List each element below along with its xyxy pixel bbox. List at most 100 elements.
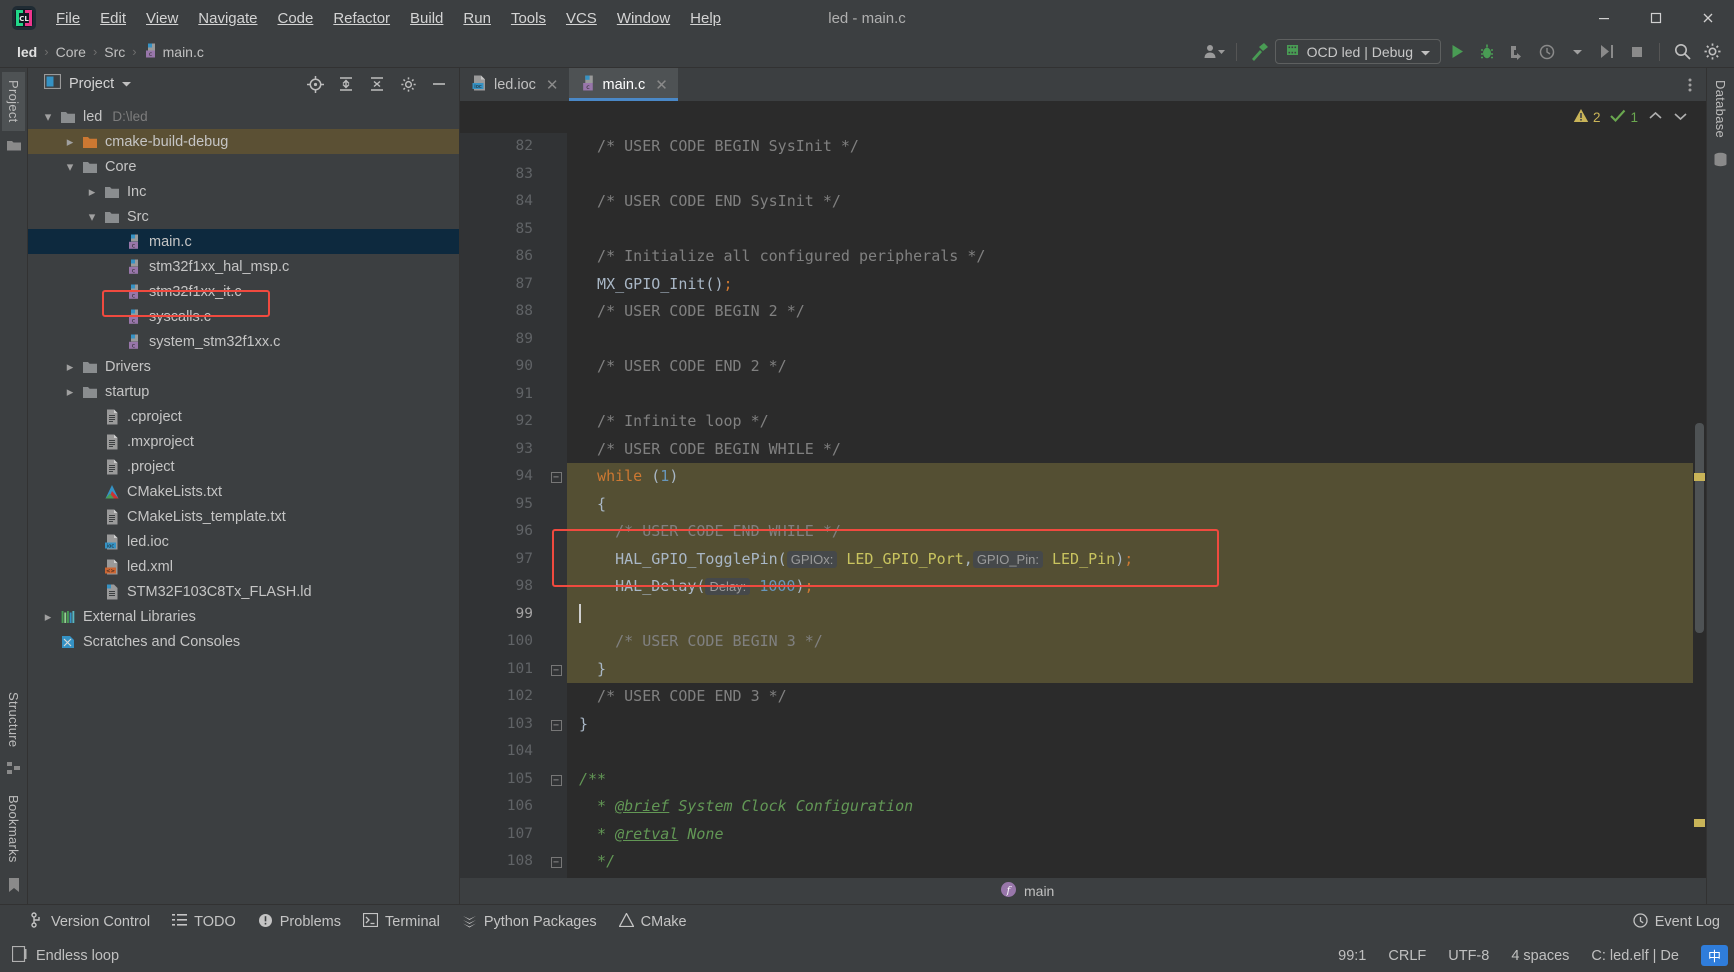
chevron-down-icon[interactable]: ▾: [60, 159, 80, 175]
tree-item[interactable]: ▸ startup: [28, 379, 459, 404]
code-line[interactable]: /* USER CODE BEGIN SysInit */: [567, 133, 1706, 161]
structure-icon[interactable]: [6, 761, 21, 781]
file-encoding[interactable]: UTF-8: [1448, 948, 1489, 964]
menu-refactor[interactable]: Refactor: [323, 7, 400, 30]
code-folding-column[interactable]: −−−−−⇆−: [545, 133, 567, 878]
tree-item[interactable]: ▸ Inc: [28, 179, 459, 204]
build-target[interactable]: C: led.elf | De: [1591, 948, 1679, 964]
chevron-right-icon[interactable]: ▸: [60, 134, 80, 150]
code-line[interactable]: }: [567, 655, 1706, 683]
code-line[interactable]: /* Initialize all configured peripherals…: [567, 243, 1706, 271]
tool-window-problems[interactable]: Problems: [258, 913, 341, 932]
code-line[interactable]: [567, 326, 1706, 354]
panel-chevron-down-icon[interactable]: [121, 75, 132, 93]
event-log-button[interactable]: Event Log: [1633, 912, 1734, 932]
code-line[interactable]: */: [567, 848, 1706, 876]
fold-marker[interactable]: −: [545, 711, 567, 739]
chevron-right-icon[interactable]: ▸: [60, 359, 80, 375]
menu-view[interactable]: View: [136, 7, 188, 30]
scrollbar-thumb[interactable]: [1695, 423, 1704, 633]
tree-item[interactable]: c system_stm32f1xx.c: [28, 329, 459, 354]
breadcrumb-item-mainc[interactable]: c main.c: [139, 42, 209, 62]
code-line[interactable]: {: [567, 490, 1706, 518]
code-line[interactable]: * @brief System Clock Configuration: [567, 793, 1706, 821]
code-line[interactable]: HAL_Delay(Delay: 1000);: [567, 573, 1706, 601]
menu-vcs[interactable]: VCS: [556, 7, 607, 30]
tree-item[interactable]: ioc led.ioc: [28, 529, 459, 554]
select-opened-file-icon[interactable]: [301, 71, 329, 97]
code-line[interactable]: [567, 381, 1706, 409]
chevron-right-icon[interactable]: ▸: [60, 384, 80, 400]
tree-item[interactable]: ▾ led D:\led: [28, 104, 459, 129]
menu-window[interactable]: Window: [607, 7, 680, 30]
line-separator[interactable]: CRLF: [1388, 948, 1426, 964]
ime-indicator[interactable]: 中: [1700, 945, 1728, 966]
profile-dropdown-icon[interactable]: [1563, 39, 1591, 65]
build-hammer-icon[interactable]: [1245, 39, 1273, 65]
fold-marker[interactable]: −: [545, 463, 567, 491]
tree-item[interactable]: c syscalls.c: [28, 304, 459, 329]
tool-window-cmake[interactable]: CMake: [618, 912, 687, 931]
fold-marker[interactable]: −: [545, 766, 567, 794]
code-line[interactable]: [567, 600, 1706, 628]
code-line[interactable]: /* Infinite loop */: [567, 408, 1706, 436]
debug-button[interactable]: [1473, 39, 1501, 65]
run-button[interactable]: [1443, 39, 1471, 65]
project-settings-gear-icon[interactable]: [394, 71, 422, 97]
tree-item[interactable]: Scratches and Consoles: [28, 629, 459, 654]
tree-item[interactable]: ▸ cmake-build-debug: [28, 129, 459, 154]
code-line[interactable]: }: [567, 711, 1706, 739]
code-line[interactable]: [567, 216, 1706, 244]
code-line[interactable]: HAL_GPIO_TogglePin(GPIOx: LED_GPIO_Port,…: [567, 545, 1706, 573]
tree-item[interactable]: ▸ Drivers: [28, 354, 459, 379]
tab-close-icon[interactable]: ✕: [655, 76, 668, 94]
minimize-button[interactable]: [1578, 0, 1630, 36]
check-count[interactable]: 1: [1610, 109, 1638, 126]
tree-item[interactable]: ▸ External Libraries: [28, 604, 459, 629]
code-line[interactable]: /* USER CODE BEGIN 2 */: [567, 298, 1706, 326]
sidebar-tab-database[interactable]: Database: [1709, 72, 1732, 146]
menu-edit[interactable]: Edit: [90, 7, 136, 30]
user-account-icon[interactable]: [1200, 39, 1228, 65]
menu-build[interactable]: Build: [400, 7, 453, 30]
chevron-down-icon[interactable]: ▾: [82, 209, 102, 225]
code-line[interactable]: [567, 161, 1706, 189]
sidebar-tab-structure[interactable]: Structure: [2, 684, 25, 755]
tree-item[interactable]: <> led.xml: [28, 554, 459, 579]
maximize-button[interactable]: [1630, 0, 1682, 36]
tree-item[interactable]: CMakeLists.txt: [28, 479, 459, 504]
tool-window-terminal[interactable]: Terminal: [362, 912, 440, 931]
tree-item[interactable]: ▾ Src: [28, 204, 459, 229]
code-line[interactable]: * @retval None: [567, 821, 1706, 849]
stop-button[interactable]: [1623, 39, 1651, 65]
profile-icon[interactable]: [1533, 39, 1561, 65]
prev-highlight-icon[interactable]: [1648, 110, 1663, 125]
warning-count[interactable]: 2: [1573, 108, 1600, 126]
editor-scrollbar[interactable]: [1693, 133, 1706, 878]
menu-file[interactable]: File: [46, 7, 90, 30]
code-content[interactable]: /* USER CODE BEGIN SysInit */ /* USER CO…: [567, 133, 1706, 878]
menu-code[interactable]: Code: [267, 7, 323, 30]
caret-position[interactable]: 99:1: [1338, 948, 1366, 964]
tool-window-python-packages[interactable]: Python Packages: [462, 913, 597, 932]
tool-window-todo[interactable]: TODO: [172, 913, 236, 931]
editor-tab-options[interactable]: [1682, 68, 1706, 101]
code-line[interactable]: [567, 738, 1706, 766]
tab-led-ioc[interactable]: ioc led.ioc ✕: [460, 68, 569, 101]
project-tree[interactable]: ▾ led D:\led ▸ cmake-build-debug ▾ Core ▸ Inc ▾ Sr…: [28, 100, 459, 904]
search-icon[interactable]: [1668, 39, 1696, 65]
database-icon[interactable]: [1713, 152, 1728, 172]
close-button[interactable]: [1682, 0, 1734, 36]
tab-main-c[interactable]: c main.c ✕: [568, 68, 679, 101]
fold-marker[interactable]: −: [545, 656, 567, 684]
tree-item[interactable]: c stm32f1xx_it.c: [28, 279, 459, 304]
code-line[interactable]: /* USER CODE END 3 */: [567, 683, 1706, 711]
menu-tools[interactable]: Tools: [501, 7, 556, 30]
collapse-all-icon[interactable]: [363, 71, 391, 97]
indent-setting[interactable]: 4 spaces: [1511, 948, 1569, 964]
editor-breadcrumb-label[interactable]: main: [1024, 883, 1054, 899]
sidebar-tab-project[interactable]: Project: [2, 72, 25, 131]
tree-item-selected[interactable]: c main.c: [28, 229, 459, 254]
code-line[interactable]: void SystemClock_Config(void): [567, 876, 1706, 879]
code-line[interactable]: /* USER CODE BEGIN 3 */: [567, 628, 1706, 656]
